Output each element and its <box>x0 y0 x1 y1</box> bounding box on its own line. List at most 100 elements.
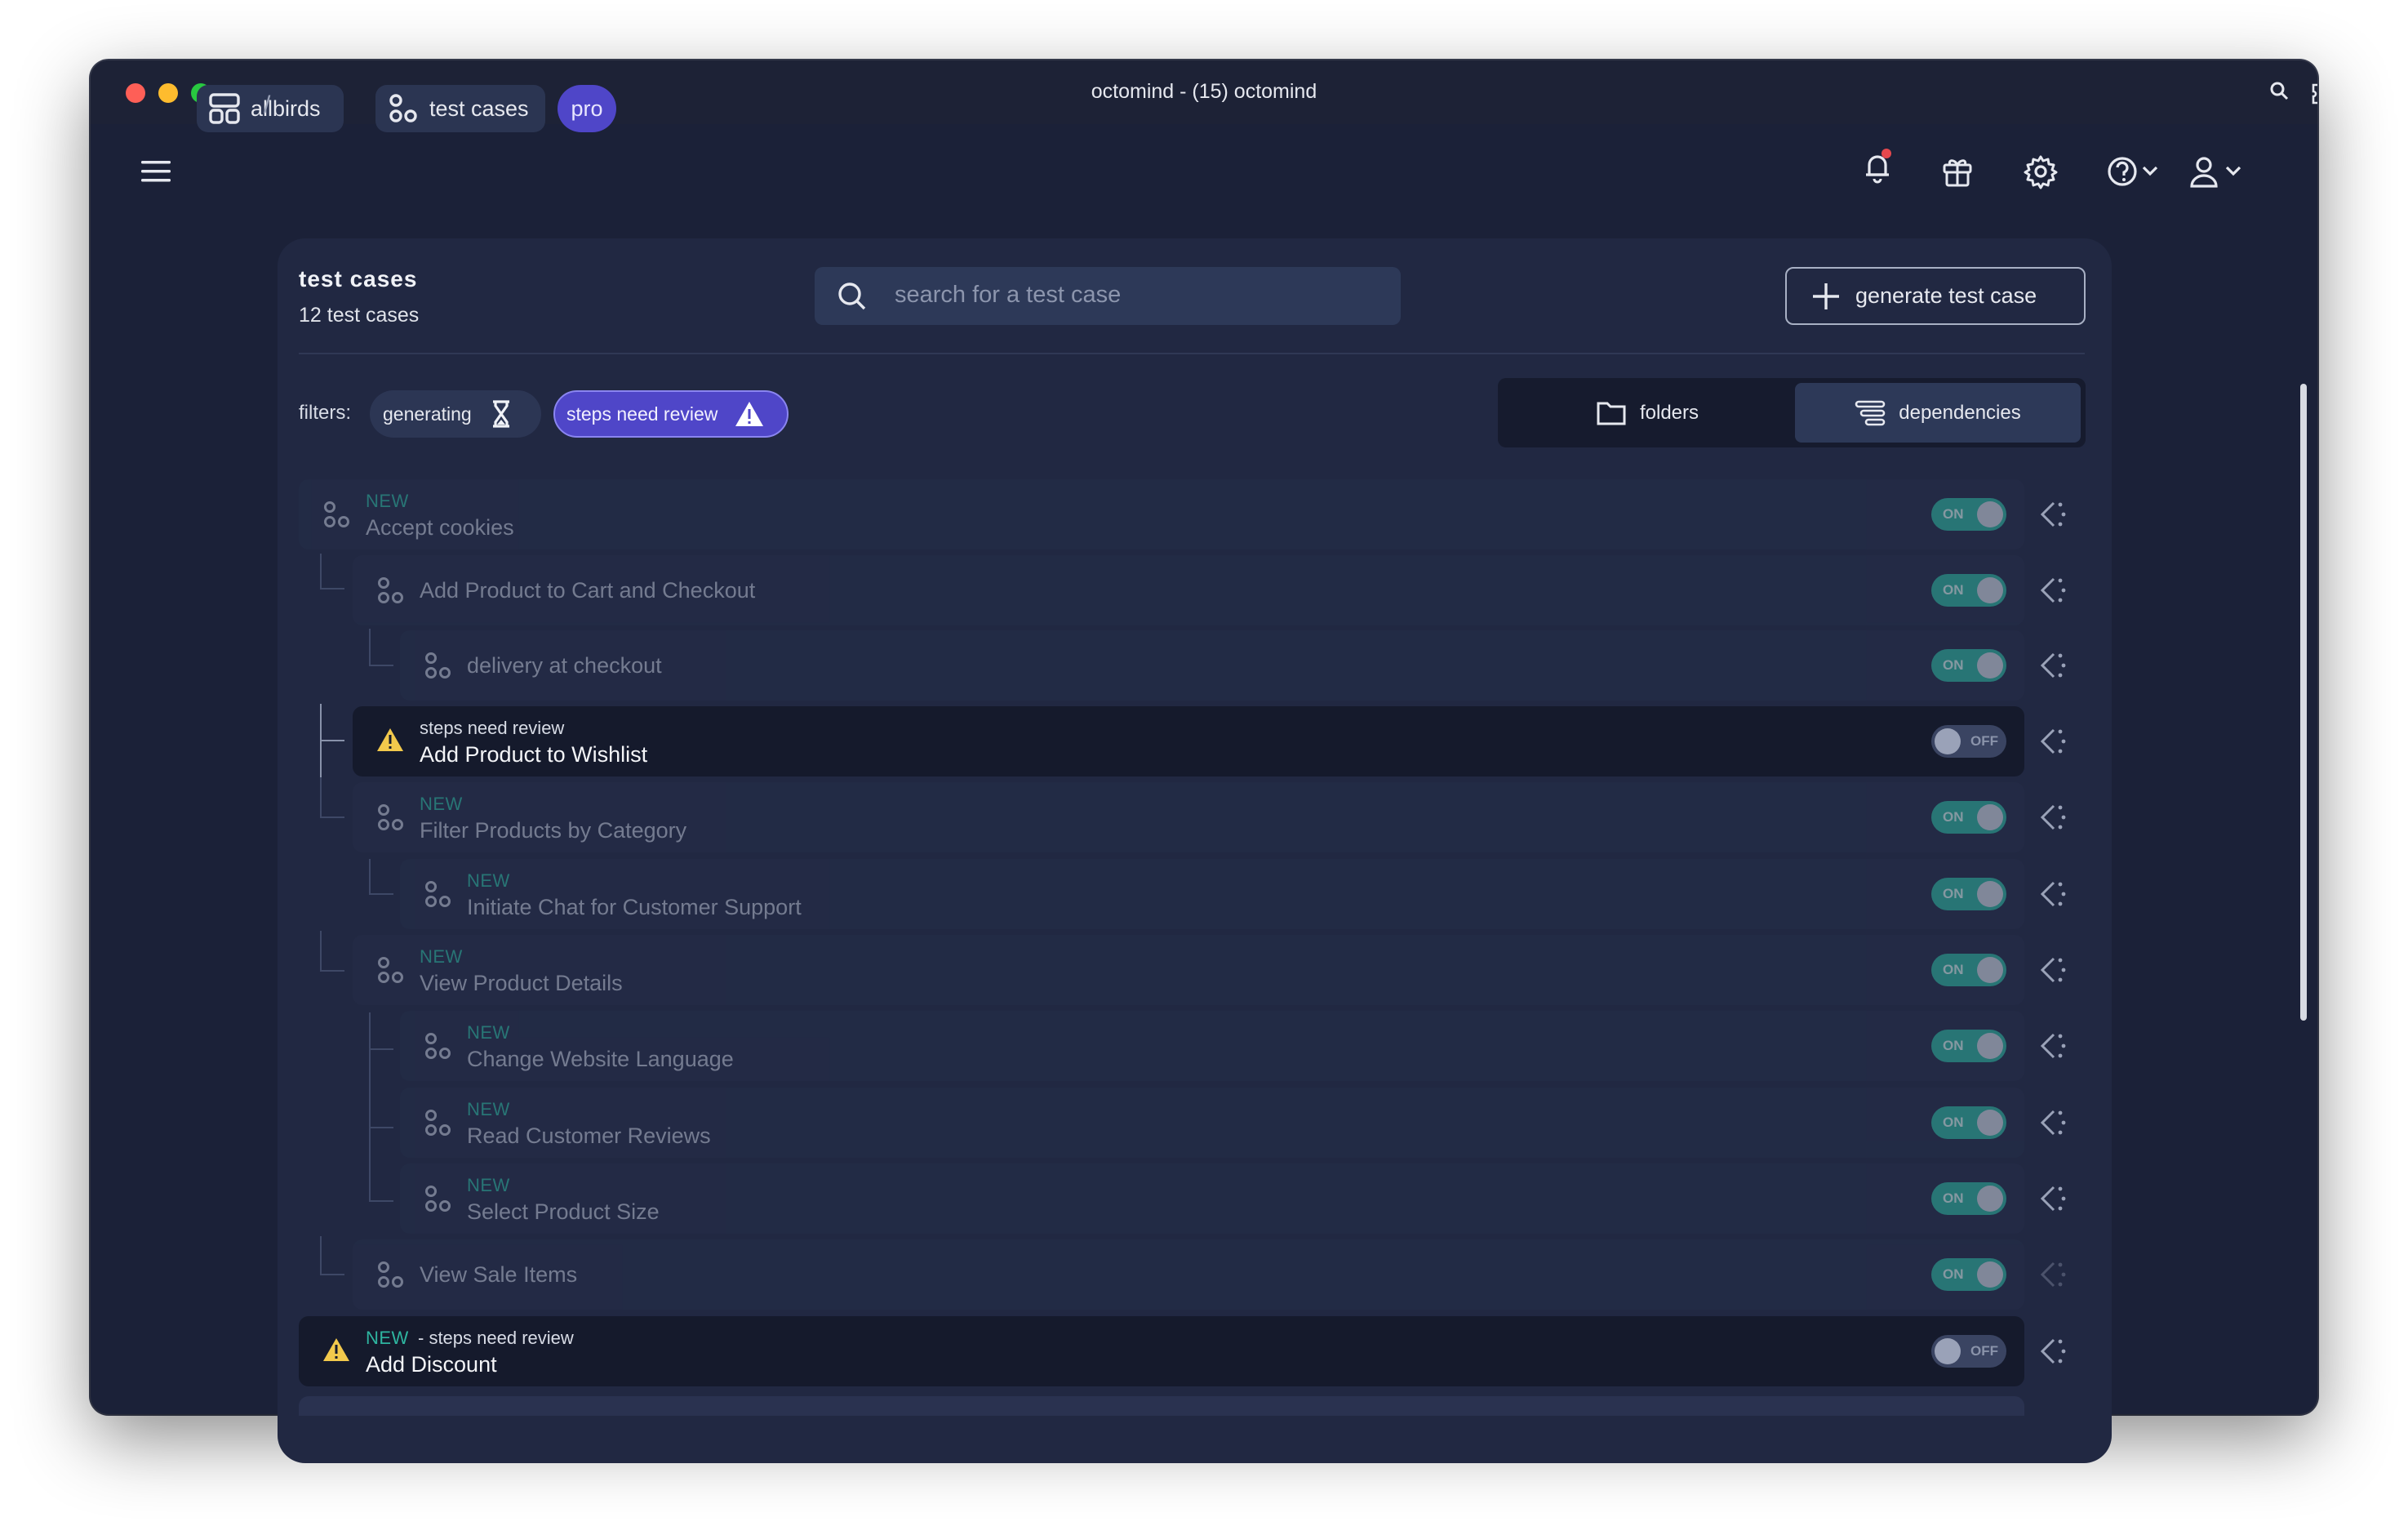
table-row[interactable]: NEW Accept cookies ON <box>299 479 2024 549</box>
review-badge: - steps need review <box>418 1328 574 1348</box>
row-actions-icon[interactable] <box>2036 725 2068 762</box>
row-actions-icon[interactable] <box>2036 574 2068 611</box>
table-row[interactable]: steps need review Add Product to Wishlist… <box>353 706 2024 776</box>
toggle-state-label: ON <box>1943 506 1964 522</box>
breadcrumb-separator: / <box>264 91 271 118</box>
toggle-knob <box>1977 577 2003 603</box>
new-badge: NEW <box>467 870 510 891</box>
table-row[interactable]: NEW Initiate Chat for Customer Support ON <box>400 859 2024 929</box>
row-actions-icon[interactable] <box>2036 1258 2068 1295</box>
search-input[interactable] <box>895 282 1368 309</box>
search-box[interactable] <box>815 267 1401 325</box>
table-row[interactable]: View Sale Items ON <box>353 1239 2024 1310</box>
test-case-name[interactable]: Add Product to Wishlist <box>420 742 647 768</box>
toggle-state-label: ON <box>1943 582 1964 598</box>
table-row[interactable]: NEW Change Website Language ON <box>400 1011 2024 1081</box>
plus-icon <box>1813 283 1839 309</box>
enable-toggle[interactable]: ON <box>1931 1258 2006 1291</box>
test-case-name[interactable]: Change Website Language <box>467 1047 734 1072</box>
toggle-knob <box>1977 1033 2003 1059</box>
enable-toggle[interactable]: ON <box>1931 1106 2006 1139</box>
test-case-name[interactable]: Add Discount <box>366 1352 497 1377</box>
test-case-name[interactable]: Add Product to Cart and Checkout <box>420 578 755 603</box>
test-case-name[interactable]: Filter Products by Category <box>420 818 686 843</box>
toggle-state-label: OFF <box>1970 733 1998 749</box>
enable-toggle[interactable]: ON <box>1931 801 2006 834</box>
test-case-name[interactable]: delivery at checkout <box>467 653 662 679</box>
user-icon[interactable] <box>2189 154 2248 194</box>
toggle-knob <box>1977 957 2003 983</box>
table-row[interactable]: Add Product to Cart and Checkout ON <box>353 555 2024 625</box>
row-actions-icon[interactable] <box>2036 878 2068 914</box>
page-title: test cases <box>299 266 418 291</box>
toggle-knob <box>1977 804 2003 830</box>
folders-view-button[interactable]: folders <box>1503 383 1792 443</box>
filter-chip-steps-need-review[interactable]: steps need review <box>553 390 789 438</box>
toggle-knob <box>1977 501 2003 527</box>
enable-toggle[interactable]: OFF <box>1931 1335 2006 1368</box>
toggle-state-label: ON <box>1943 809 1964 825</box>
warning-icon <box>322 1337 351 1367</box>
test-case-name[interactable]: View Sale Items <box>420 1262 577 1288</box>
row-actions-icon[interactable] <box>2036 801 2068 838</box>
plan-badge: pro <box>558 85 616 132</box>
enable-toggle[interactable]: ON <box>1931 1182 2006 1215</box>
test-case-icon <box>375 803 405 836</box>
table-row[interactable]: NEW Filter Products by Category ON <box>353 782 2024 852</box>
test-case-icon <box>423 651 452 684</box>
test-case-name[interactable]: View Product Details <box>420 971 623 996</box>
gear-icon[interactable] <box>2023 154 2059 194</box>
test-case-name[interactable]: Initiate Chat for Customer Support <box>467 895 802 920</box>
tree-connector <box>320 704 344 741</box>
generate-test-case-button[interactable]: generate test case <box>1785 267 2086 325</box>
row-actions-icon[interactable] <box>2036 649 2068 686</box>
row-actions-icon[interactable] <box>2036 1030 2068 1066</box>
scrollbar[interactable] <box>2300 384 2307 1021</box>
enable-toggle[interactable]: ON <box>1931 498 2006 531</box>
row-actions-icon[interactable] <box>2036 1335 2068 1372</box>
enable-toggle[interactable]: ON <box>1931 649 2006 682</box>
row-actions-icon[interactable] <box>2036 498 2068 535</box>
test-case-icon <box>322 500 351 533</box>
test-case-name[interactable]: Read Customer Reviews <box>467 1123 711 1149</box>
table-row[interactable]: delivery at checkout ON <box>400 630 2024 701</box>
filter-chip-generating-label: generating <box>383 403 472 425</box>
hourglass-icon <box>492 400 509 428</box>
test-case-name[interactable]: Accept cookies <box>366 515 514 541</box>
row-actions-icon[interactable] <box>2036 1106 2068 1143</box>
table-row[interactable]: NEW Read Customer Reviews ON <box>400 1088 2024 1158</box>
warning-icon <box>735 402 764 426</box>
extension-icon[interactable] <box>2308 77 2317 110</box>
enable-toggle[interactable]: ON <box>1931 878 2006 910</box>
help-icon[interactable] <box>2106 154 2165 194</box>
zoom-icon[interactable] <box>2268 77 2290 110</box>
table-row[interactable]: NEW Select Product Size ON <box>400 1163 2024 1234</box>
table-row[interactable]: NEW View Product Details ON <box>353 935 2024 1005</box>
test-case-name[interactable]: Select Product Size <box>467 1199 660 1225</box>
row-actions-icon[interactable] <box>2036 954 2068 990</box>
menu-icon[interactable] <box>141 158 172 189</box>
toggle-knob <box>1977 1261 2003 1288</box>
enable-toggle[interactable]: ON <box>1931 574 2006 607</box>
test-case-icon <box>423 1031 452 1065</box>
filter-chip-generating[interactable]: generating <box>370 390 541 438</box>
test-case-icon <box>375 955 405 989</box>
gift-icon[interactable] <box>1941 155 1974 192</box>
enable-toggle[interactable]: ON <box>1931 954 2006 986</box>
toggle-knob <box>1977 881 2003 907</box>
toggle-knob <box>1935 1338 1961 1364</box>
enable-toggle[interactable]: ON <box>1931 1030 2006 1062</box>
project-icon <box>209 93 240 124</box>
breadcrumb-section[interactable]: test cases <box>375 85 545 132</box>
toggle-state-label: OFF <box>1970 1343 1998 1359</box>
bell-icon[interactable] <box>1861 147 1894 190</box>
enable-toggle[interactable]: OFF <box>1931 725 2006 758</box>
row-actions-icon[interactable] <box>2036 1182 2068 1219</box>
test-case-icon <box>423 1184 452 1217</box>
search-icon <box>836 280 869 317</box>
toggle-knob <box>1977 1110 2003 1136</box>
toggle-knob <box>1935 728 1961 754</box>
dependencies-view-button[interactable]: dependencies <box>1795 383 2081 443</box>
table-row[interactable]: NEW - steps need review Add Discount OFF <box>299 1316 2024 1386</box>
next-row-peek <box>299 1396 2024 1416</box>
